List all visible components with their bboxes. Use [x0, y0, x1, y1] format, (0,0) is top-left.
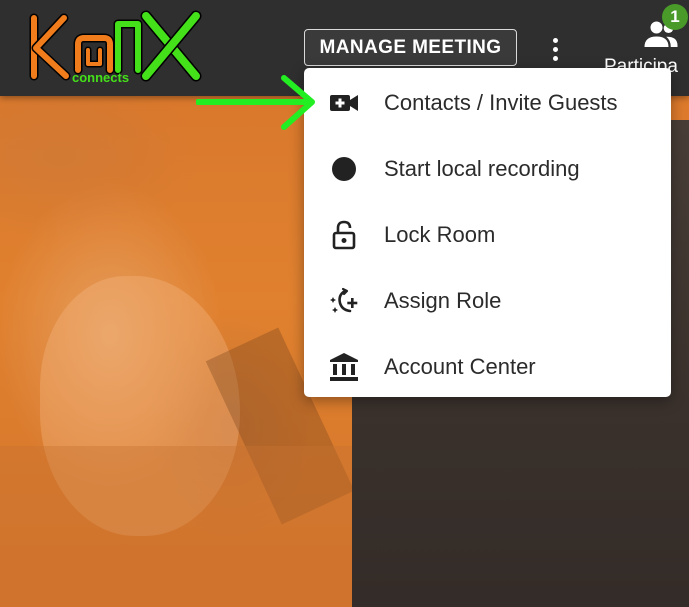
logo-subtext: connects — [72, 70, 129, 85]
menu-item-label: Lock Room — [384, 222, 496, 247]
menu-item-label: Start local recording — [384, 156, 580, 181]
lock-open-icon — [332, 220, 356, 250]
menu-item-assign-role[interactable]: Assign Role — [304, 268, 671, 334]
konx-connects-logo[interactable]: connects — [26, 10, 206, 86]
menu-item-label: Account Center — [384, 354, 536, 379]
record-icon — [332, 157, 356, 181]
menu-item-start-local-recording[interactable]: Start local recording — [304, 136, 671, 202]
manage-meeting-menu: Contacts / Invite Guests Start local rec… — [304, 68, 671, 397]
assign-role-icon — [330, 287, 358, 313]
menu-item-lock-room[interactable]: Lock Room — [304, 202, 671, 268]
participants-count-badge: 1 — [662, 4, 688, 30]
menu-item-account-center[interactable]: Account Center — [304, 334, 671, 400]
bank-icon — [330, 353, 358, 381]
menu-item-label: Contacts / Invite Guests — [384, 90, 618, 115]
more-vert-icon[interactable] — [543, 33, 567, 65]
menu-item-label: Assign Role — [384, 288, 502, 313]
manage-meeting-button[interactable]: MANAGE MEETING — [304, 29, 517, 66]
participant-video-tile — [0, 96, 352, 607]
annotation-arrow-icon — [196, 75, 315, 130]
video-add-icon — [330, 95, 358, 111]
menu-item-contacts-invite-guests[interactable]: Contacts / Invite Guests — [304, 70, 671, 136]
